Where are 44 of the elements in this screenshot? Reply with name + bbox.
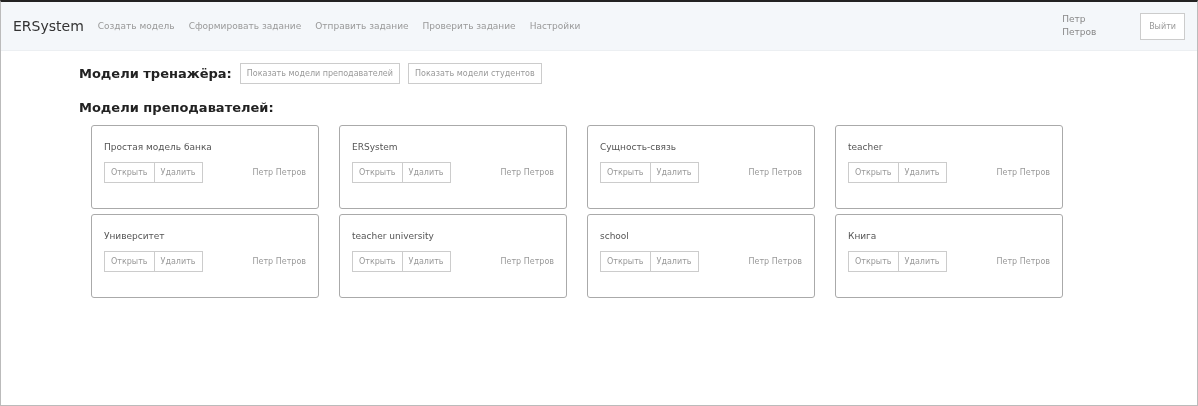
model-name: Книга: [848, 231, 878, 241]
model-author: Петр Петров: [996, 168, 1050, 177]
model-name: teacher: [848, 142, 884, 152]
nav-link[interactable]: Сформировать задание: [188, 21, 302, 31]
nav-link[interactable]: Отправить задание: [315, 21, 409, 31]
open-button[interactable]: Открыть: [352, 162, 403, 183]
delete-button[interactable]: Удалить: [402, 251, 451, 272]
section-title: Модели преподавателей:: [79, 100, 275, 115]
delete-button[interactable]: Удалить: [402, 162, 451, 183]
model-name: Сущность-связь: [600, 142, 677, 152]
model-author: Петр Петров: [252, 257, 306, 266]
model-author: Петр Петров: [996, 257, 1050, 266]
filter-button[interactable]: Показать модели преподавателей: [239, 63, 400, 84]
open-button[interactable]: Открыть: [104, 251, 155, 272]
filter-button[interactable]: Показать модели студентов: [408, 63, 542, 84]
nav-link[interactable]: Проверить задание: [422, 21, 516, 31]
model-name: school: [600, 231, 630, 241]
toolbar-label: Модели тренажёра:: [79, 66, 232, 81]
open-button[interactable]: Открыть: [104, 162, 155, 183]
model-name: Университет: [104, 231, 166, 241]
model-name: ERSystem: [352, 142, 399, 152]
model-author: Петр Петров: [500, 257, 554, 266]
model-author: Петр Петров: [748, 257, 802, 266]
model-author: Петр Петров: [252, 168, 306, 177]
delete-button[interactable]: Удалить: [154, 162, 203, 183]
model-author: Петр Петров: [500, 168, 554, 177]
delete-button[interactable]: Удалить: [650, 251, 699, 272]
brand-logo[interactable]: ERSystem: [13, 18, 84, 34]
user-name: Петр Петров: [1062, 13, 1098, 39]
model-name: Простая модель банка: [104, 142, 213, 152]
model-author: Петр Петров: [748, 168, 802, 177]
delete-button[interactable]: Удалить: [154, 251, 203, 272]
open-button[interactable]: Открыть: [848, 162, 899, 183]
open-button[interactable]: Открыть: [600, 251, 651, 272]
nav-link[interactable]: Настройки: [529, 21, 581, 31]
nav-link[interactable]: Создать модель: [97, 21, 175, 31]
open-button[interactable]: Открыть: [848, 251, 899, 272]
model-name: teacher university: [352, 231, 435, 241]
open-button[interactable]: Открыть: [352, 251, 403, 272]
open-button[interactable]: Открыть: [600, 162, 651, 183]
delete-button[interactable]: Удалить: [898, 251, 947, 272]
delete-button[interactable]: Удалить: [650, 162, 699, 183]
delete-button[interactable]: Удалить: [898, 162, 947, 183]
logout-button[interactable]: Выйти: [1140, 12, 1185, 40]
